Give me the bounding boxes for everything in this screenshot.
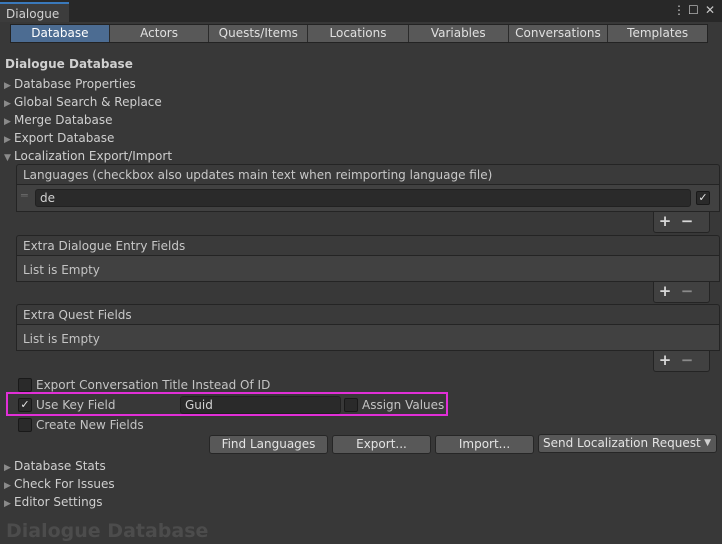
foldout-merge-database[interactable]: ▶ Merge Database: [4, 113, 113, 127]
add-language-button[interactable]: +: [654, 212, 676, 230]
tab-variables[interactable]: Variables: [408, 25, 509, 42]
watermark-title: Dialogue Database: [6, 520, 209, 542]
foldout-localization[interactable]: ▼ Localization Export/Import: [4, 149, 172, 163]
tab-quests-items[interactable]: Quests/Items: [209, 25, 309, 42]
main-toolbar: Database Actors Quests/Items Locations V…: [10, 24, 708, 43]
tab-locations[interactable]: Locations: [308, 25, 409, 42]
collapsed-arrow-icon: ▶: [4, 99, 11, 109]
collapsed-arrow-icon: ▶: [4, 481, 11, 491]
quest-fields-add-remove: + −: [653, 351, 710, 372]
extra-entry-fields-header: Extra Dialogue Entry Fields: [16, 235, 720, 256]
extra-quest-fields-header: Extra Quest Fields: [16, 304, 720, 325]
chevron-down-icon: ▼: [704, 438, 711, 448]
more-options-icon[interactable]: ⋮: [673, 3, 685, 17]
tab-conversations[interactable]: Conversations: [508, 25, 609, 42]
section-title: Dialogue Database: [5, 57, 133, 71]
export-title-checkbox[interactable]: [18, 378, 32, 392]
export-button[interactable]: Export...: [332, 435, 431, 454]
collapsed-arrow-icon: ▶: [4, 81, 11, 91]
key-field-input[interactable]: Guid: [180, 396, 341, 414]
assign-values-label: Assign Values: [362, 398, 445, 412]
foldout-editor-settings[interactable]: ▶ Editor Settings: [4, 495, 103, 509]
drag-handle-icon[interactable]: ═: [21, 190, 31, 203]
tab-database[interactable]: Database: [11, 25, 110, 42]
foldout-database-properties[interactable]: ▶ Database Properties: [4, 77, 136, 91]
foldout-global-search[interactable]: ▶ Global Search & Replace: [4, 95, 162, 109]
use-key-field-label: Use Key Field: [36, 398, 116, 412]
remove-quest-field-button[interactable]: −: [676, 351, 698, 369]
find-languages-button[interactable]: Find Languages: [209, 435, 328, 454]
foldout-database-stats[interactable]: ▶ Database Stats: [4, 459, 106, 473]
remove-language-button[interactable]: −: [676, 212, 698, 230]
foldout-check-issues[interactable]: ▶ Check For Issues: [4, 477, 115, 491]
window-titlebar: [0, 0, 722, 22]
add-entry-field-button[interactable]: +: [654, 282, 676, 300]
entry-fields-add-remove: + −: [653, 282, 710, 303]
languages-list-header: Languages (checkbox also updates main te…: [16, 164, 720, 185]
create-new-fields-label: Create New Fields: [36, 418, 144, 432]
send-localization-request-dropdown[interactable]: Send Localization Request ▼: [538, 434, 717, 453]
remove-entry-field-button[interactable]: −: [676, 282, 698, 300]
empty-list-label: List is Empty: [23, 332, 100, 346]
collapsed-arrow-icon: ▶: [4, 135, 11, 145]
empty-list-label: List is Empty: [23, 263, 100, 277]
languages-add-remove: + −: [653, 212, 710, 233]
maximize-icon[interactable]: ☐: [688, 3, 699, 17]
foldout-export-database[interactable]: ▶ Export Database: [4, 131, 114, 145]
collapsed-arrow-icon: ▶: [4, 463, 11, 473]
language-reimport-checkbox[interactable]: ✓: [696, 191, 710, 205]
export-title-label: Export Conversation Title Instead Of ID: [36, 378, 271, 392]
extra-quest-fields-body: [16, 325, 720, 351]
language-field[interactable]: de: [35, 189, 691, 207]
assign-values-checkbox[interactable]: [344, 398, 358, 412]
tab-actors[interactable]: Actors: [109, 25, 210, 42]
expanded-arrow-icon: ▼: [4, 153, 11, 163]
close-icon[interactable]: ✕: [705, 3, 715, 17]
use-key-field-checkbox[interactable]: ✓: [18, 398, 32, 412]
extra-entry-fields-body: [16, 256, 720, 282]
tab-templates[interactable]: Templates: [608, 25, 708, 42]
import-button[interactable]: Import...: [435, 435, 534, 454]
add-quest-field-button[interactable]: +: [654, 351, 676, 369]
collapsed-arrow-icon: ▶: [4, 117, 11, 127]
collapsed-arrow-icon: ▶: [4, 499, 11, 509]
create-new-fields-checkbox[interactable]: [18, 418, 32, 432]
window-tab[interactable]: Dialogue: [0, 2, 69, 22]
